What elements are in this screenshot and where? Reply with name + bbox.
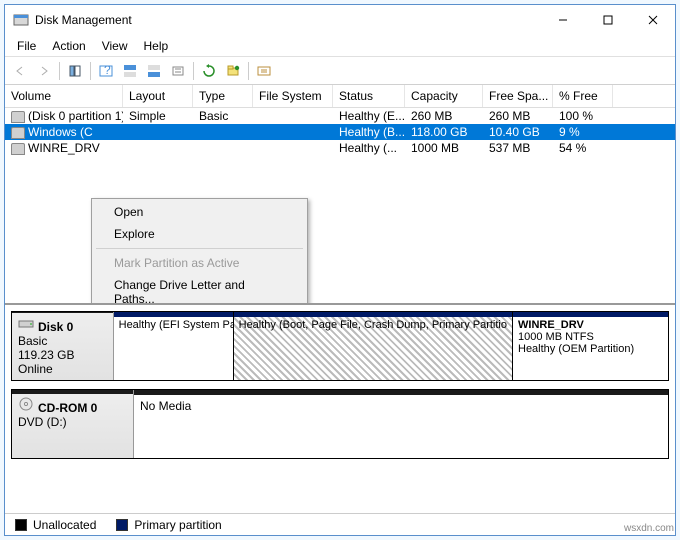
col-volume[interactable]: Volume: [5, 85, 123, 107]
column-headers: Volume Layout Type File System Status Ca…: [5, 85, 675, 108]
titlebar: Disk Management: [5, 5, 675, 35]
col-fs[interactable]: File System: [253, 85, 333, 107]
disk-row-0: Disk 0 Basic 119.23 GB Online Healthy (E…: [11, 311, 669, 381]
rescan-disks-button[interactable]: [222, 60, 244, 82]
cm-open[interactable]: Open: [94, 201, 305, 223]
col-pct[interactable]: % Free: [553, 85, 613, 107]
menu-action[interactable]: Action: [44, 37, 93, 55]
toolbar: ?: [5, 57, 675, 85]
menu-file[interactable]: File: [9, 37, 44, 55]
help-button[interactable]: ?: [95, 60, 117, 82]
disk-icon: [18, 315, 34, 331]
watermark: wsxdn.com: [624, 523, 674, 534]
context-menu: Open Explore Mark Partition as Active Ch…: [91, 198, 308, 305]
disk-graphic-area: Disk 0 Basic 119.23 GB Online Healthy (E…: [5, 305, 675, 513]
volume-name: Windows (C: [28, 125, 93, 139]
view-bottom-button[interactable]: [143, 60, 165, 82]
col-type[interactable]: Type: [193, 85, 253, 107]
col-free[interactable]: Free Spa...: [483, 85, 553, 107]
partition-efi[interactable]: Healthy (EFI System Part: [114, 312, 234, 380]
disk-type: Basic: [18, 334, 107, 348]
disk-name: Disk 0: [38, 320, 73, 334]
partition-winre[interactable]: WINRE_DRV 1000 MB NTFS Healthy (OEM Part…: [513, 312, 668, 380]
menu-view[interactable]: View: [94, 37, 136, 55]
titlebar-title: Disk Management: [35, 13, 540, 27]
back-button: [9, 60, 31, 82]
close-button[interactable]: [630, 5, 675, 35]
minimize-button[interactable]: [540, 5, 585, 35]
more-actions-button[interactable]: [253, 60, 275, 82]
col-status[interactable]: Status: [333, 85, 405, 107]
volume-row[interactable]: Windows (C Healthy (B... 118.00 GB 10.40…: [5, 124, 675, 140]
disk-label[interactable]: Disk 0 Basic 119.23 GB Online: [12, 312, 114, 380]
col-layout[interactable]: Layout: [123, 85, 193, 107]
volume-row[interactable]: (Disk 0 partition 1) Simple Basic Health…: [5, 108, 675, 124]
view-top-button[interactable]: [119, 60, 141, 82]
volume-name: (Disk 0 partition 1): [28, 109, 123, 123]
disk-label[interactable]: CD-ROM 0 DVD (D:): [12, 390, 134, 458]
maximize-button[interactable]: [585, 5, 630, 35]
svg-text:?: ?: [104, 64, 111, 77]
cdrom-icon: [18, 396, 34, 412]
menubar: File Action View Help: [5, 35, 675, 57]
legend-primary: Primary partition: [134, 518, 221, 532]
volume-icon: [11, 111, 25, 123]
refresh-button[interactable]: [198, 60, 220, 82]
disk-state: Online: [18, 362, 107, 376]
no-media-area: No Media: [134, 390, 668, 458]
swatch-primary: [116, 519, 128, 531]
disk-row-cdrom: CD-ROM 0 DVD (D:) No Media: [11, 389, 669, 459]
swatch-unallocated: [15, 519, 27, 531]
volume-icon: [11, 143, 25, 155]
menu-help[interactable]: Help: [136, 37, 177, 55]
no-media-label: No Media: [140, 399, 662, 413]
volume-icon: [11, 127, 25, 139]
volume-list: Volume Layout Type File System Status Ca…: [5, 85, 675, 305]
col-cap[interactable]: Capacity: [405, 85, 483, 107]
legend: Unallocated Primary partition: [5, 513, 675, 535]
app-icon: [13, 12, 29, 28]
cm-change-drive-letter[interactable]: Change Drive Letter and Paths...: [94, 274, 305, 305]
disk-name: CD-ROM 0: [38, 401, 97, 415]
disk-sub: DVD (D:): [18, 415, 127, 429]
cm-mark-active: Mark Partition as Active: [94, 252, 305, 274]
show-hide-console-button[interactable]: [64, 60, 86, 82]
forward-button: [33, 60, 55, 82]
disk-management-window: Disk Management File Action View Help ? …: [4, 4, 676, 536]
volume-row[interactable]: WINRE_DRV Healthy (... 1000 MB 537 MB 54…: [5, 140, 675, 156]
partition-c[interactable]: Healthy (Boot, Page File, Crash Dump, Pr…: [234, 312, 513, 380]
disk-size: 119.23 GB: [18, 348, 107, 362]
legend-unallocated: Unallocated: [33, 518, 96, 532]
volume-name: WINRE_DRV: [28, 141, 100, 155]
settings-button[interactable]: [167, 60, 189, 82]
cm-explore[interactable]: Explore: [94, 223, 305, 245]
